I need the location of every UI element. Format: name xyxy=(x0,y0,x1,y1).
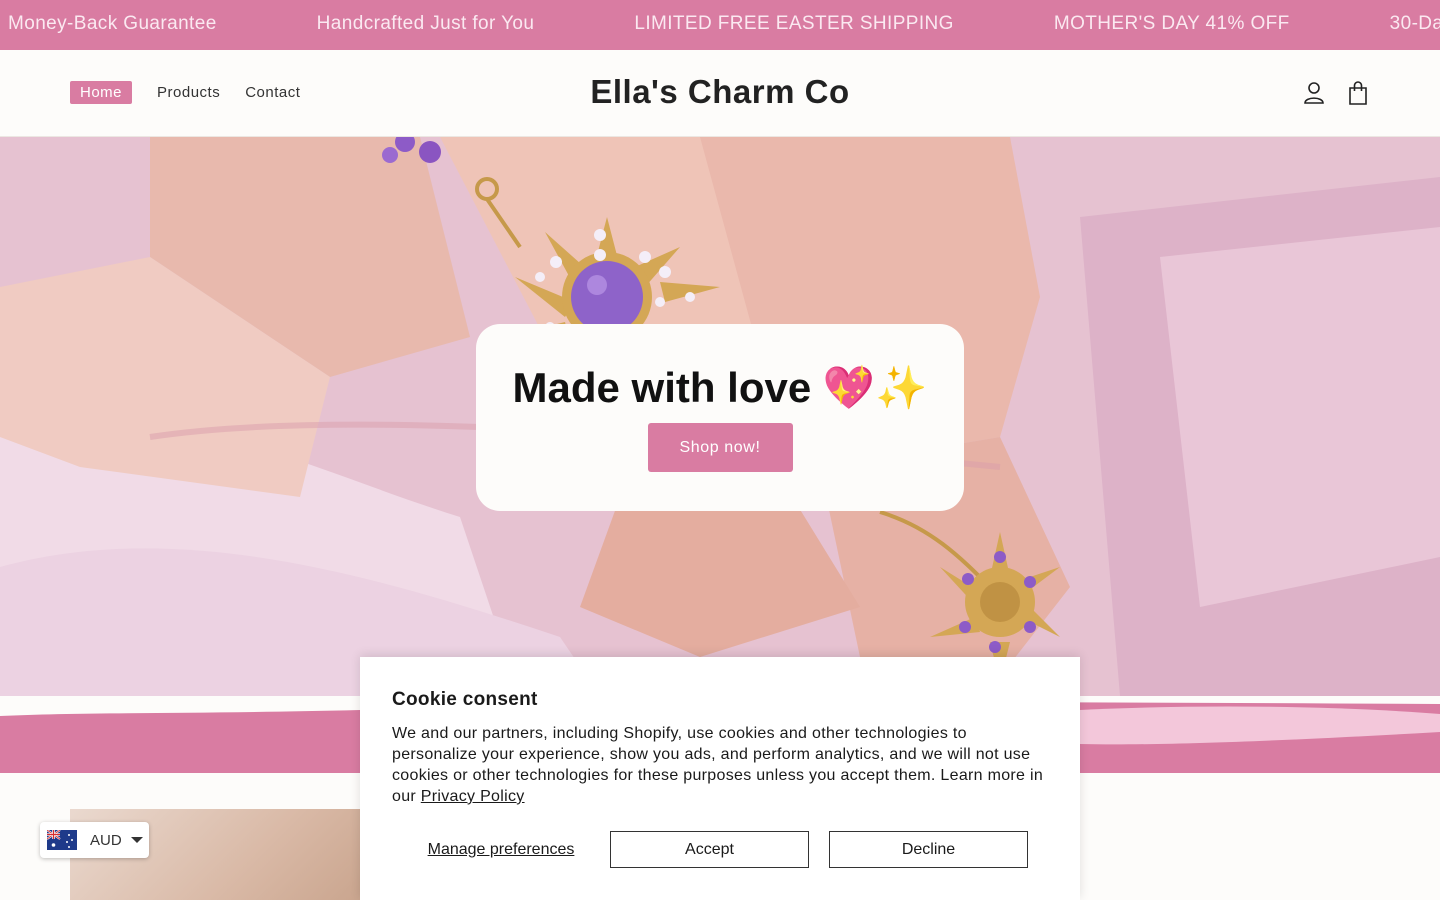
cookie-consent-dialog: Cookie consent We and our partners, incl… xyxy=(360,657,1080,900)
currency-code: AUD xyxy=(90,831,122,849)
announcement-item: 30-Day M xyxy=(1389,13,1440,34)
cookie-title: Cookie consent xyxy=(392,689,538,710)
hero-banner: Made with love 💖✨ Shop now! xyxy=(0,137,1440,696)
manage-preferences-link[interactable]: Manage preferences xyxy=(392,841,610,859)
announcement-bar: Money-Back Guarantee Handcrafted Just fo… xyxy=(0,0,1440,50)
accept-button[interactable]: Accept xyxy=(610,831,809,868)
cart-icon[interactable] xyxy=(1346,80,1370,106)
site-header: Home Products Contact Ella's Charm Co xyxy=(0,50,1440,137)
decline-button[interactable]: Decline xyxy=(829,831,1028,868)
header-icons xyxy=(1302,80,1370,106)
hero-card: Made with love 💖✨ Shop now! xyxy=(476,324,964,511)
announcement-item: LIMITED FREE EASTER SHIPPING xyxy=(634,13,954,34)
currency-selector[interactable]: AUD xyxy=(40,822,149,858)
brand-logo[interactable]: Ella's Charm Co xyxy=(0,73,1440,111)
australia-flag-icon xyxy=(47,830,77,850)
privacy-policy-link[interactable]: Privacy Policy xyxy=(421,788,525,805)
chevron-down-icon xyxy=(130,837,143,843)
shop-now-button[interactable]: Shop now! xyxy=(647,423,793,472)
announcement-item: Money-Back Guarantee xyxy=(8,13,217,34)
cookie-actions: Manage preferences Accept Decline xyxy=(392,831,1028,868)
announcement-item: Handcrafted Just for You xyxy=(316,13,535,34)
account-icon[interactable] xyxy=(1302,80,1326,106)
cookie-text: We and our partners, including Shopify, … xyxy=(392,723,1048,807)
announcement-item: MOTHER'S DAY 41% OFF xyxy=(1053,13,1290,34)
hero-title: Made with love 💖✨ xyxy=(512,364,928,411)
announcement-track: Money-Back Guarantee Handcrafted Just fo… xyxy=(8,13,1440,35)
